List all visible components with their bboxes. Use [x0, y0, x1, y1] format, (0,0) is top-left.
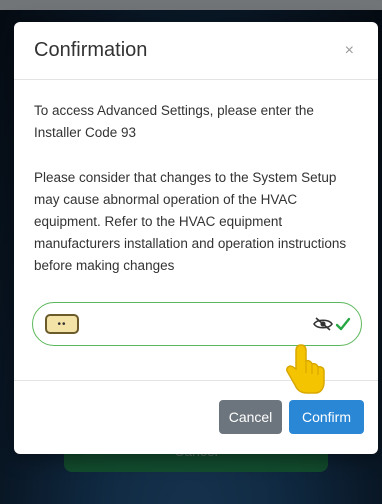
- close-icon[interactable]: ×: [341, 38, 358, 64]
- dialog-header: Confirmation ×: [14, 22, 378, 80]
- pointing-hand-icon: [286, 344, 325, 394]
- confirm-button[interactable]: Confirm: [289, 400, 364, 434]
- eye-slash-icon[interactable]: [313, 316, 333, 332]
- warning-text: Please consider that changes to the Syst…: [34, 170, 347, 273]
- checkmark-icon: [335, 317, 351, 331]
- masked-code-value: ••: [45, 314, 79, 334]
- installer-code-instruction: To access Advanced Settings, please ente…: [34, 103, 314, 140]
- dialog-body: To access Advanced Settings, please ente…: [14, 80, 378, 277]
- cancel-button[interactable]: Cancel: [219, 400, 282, 434]
- installer-code-input[interactable]: ••: [32, 302, 362, 346]
- dialog-title: Confirmation: [34, 39, 148, 61]
